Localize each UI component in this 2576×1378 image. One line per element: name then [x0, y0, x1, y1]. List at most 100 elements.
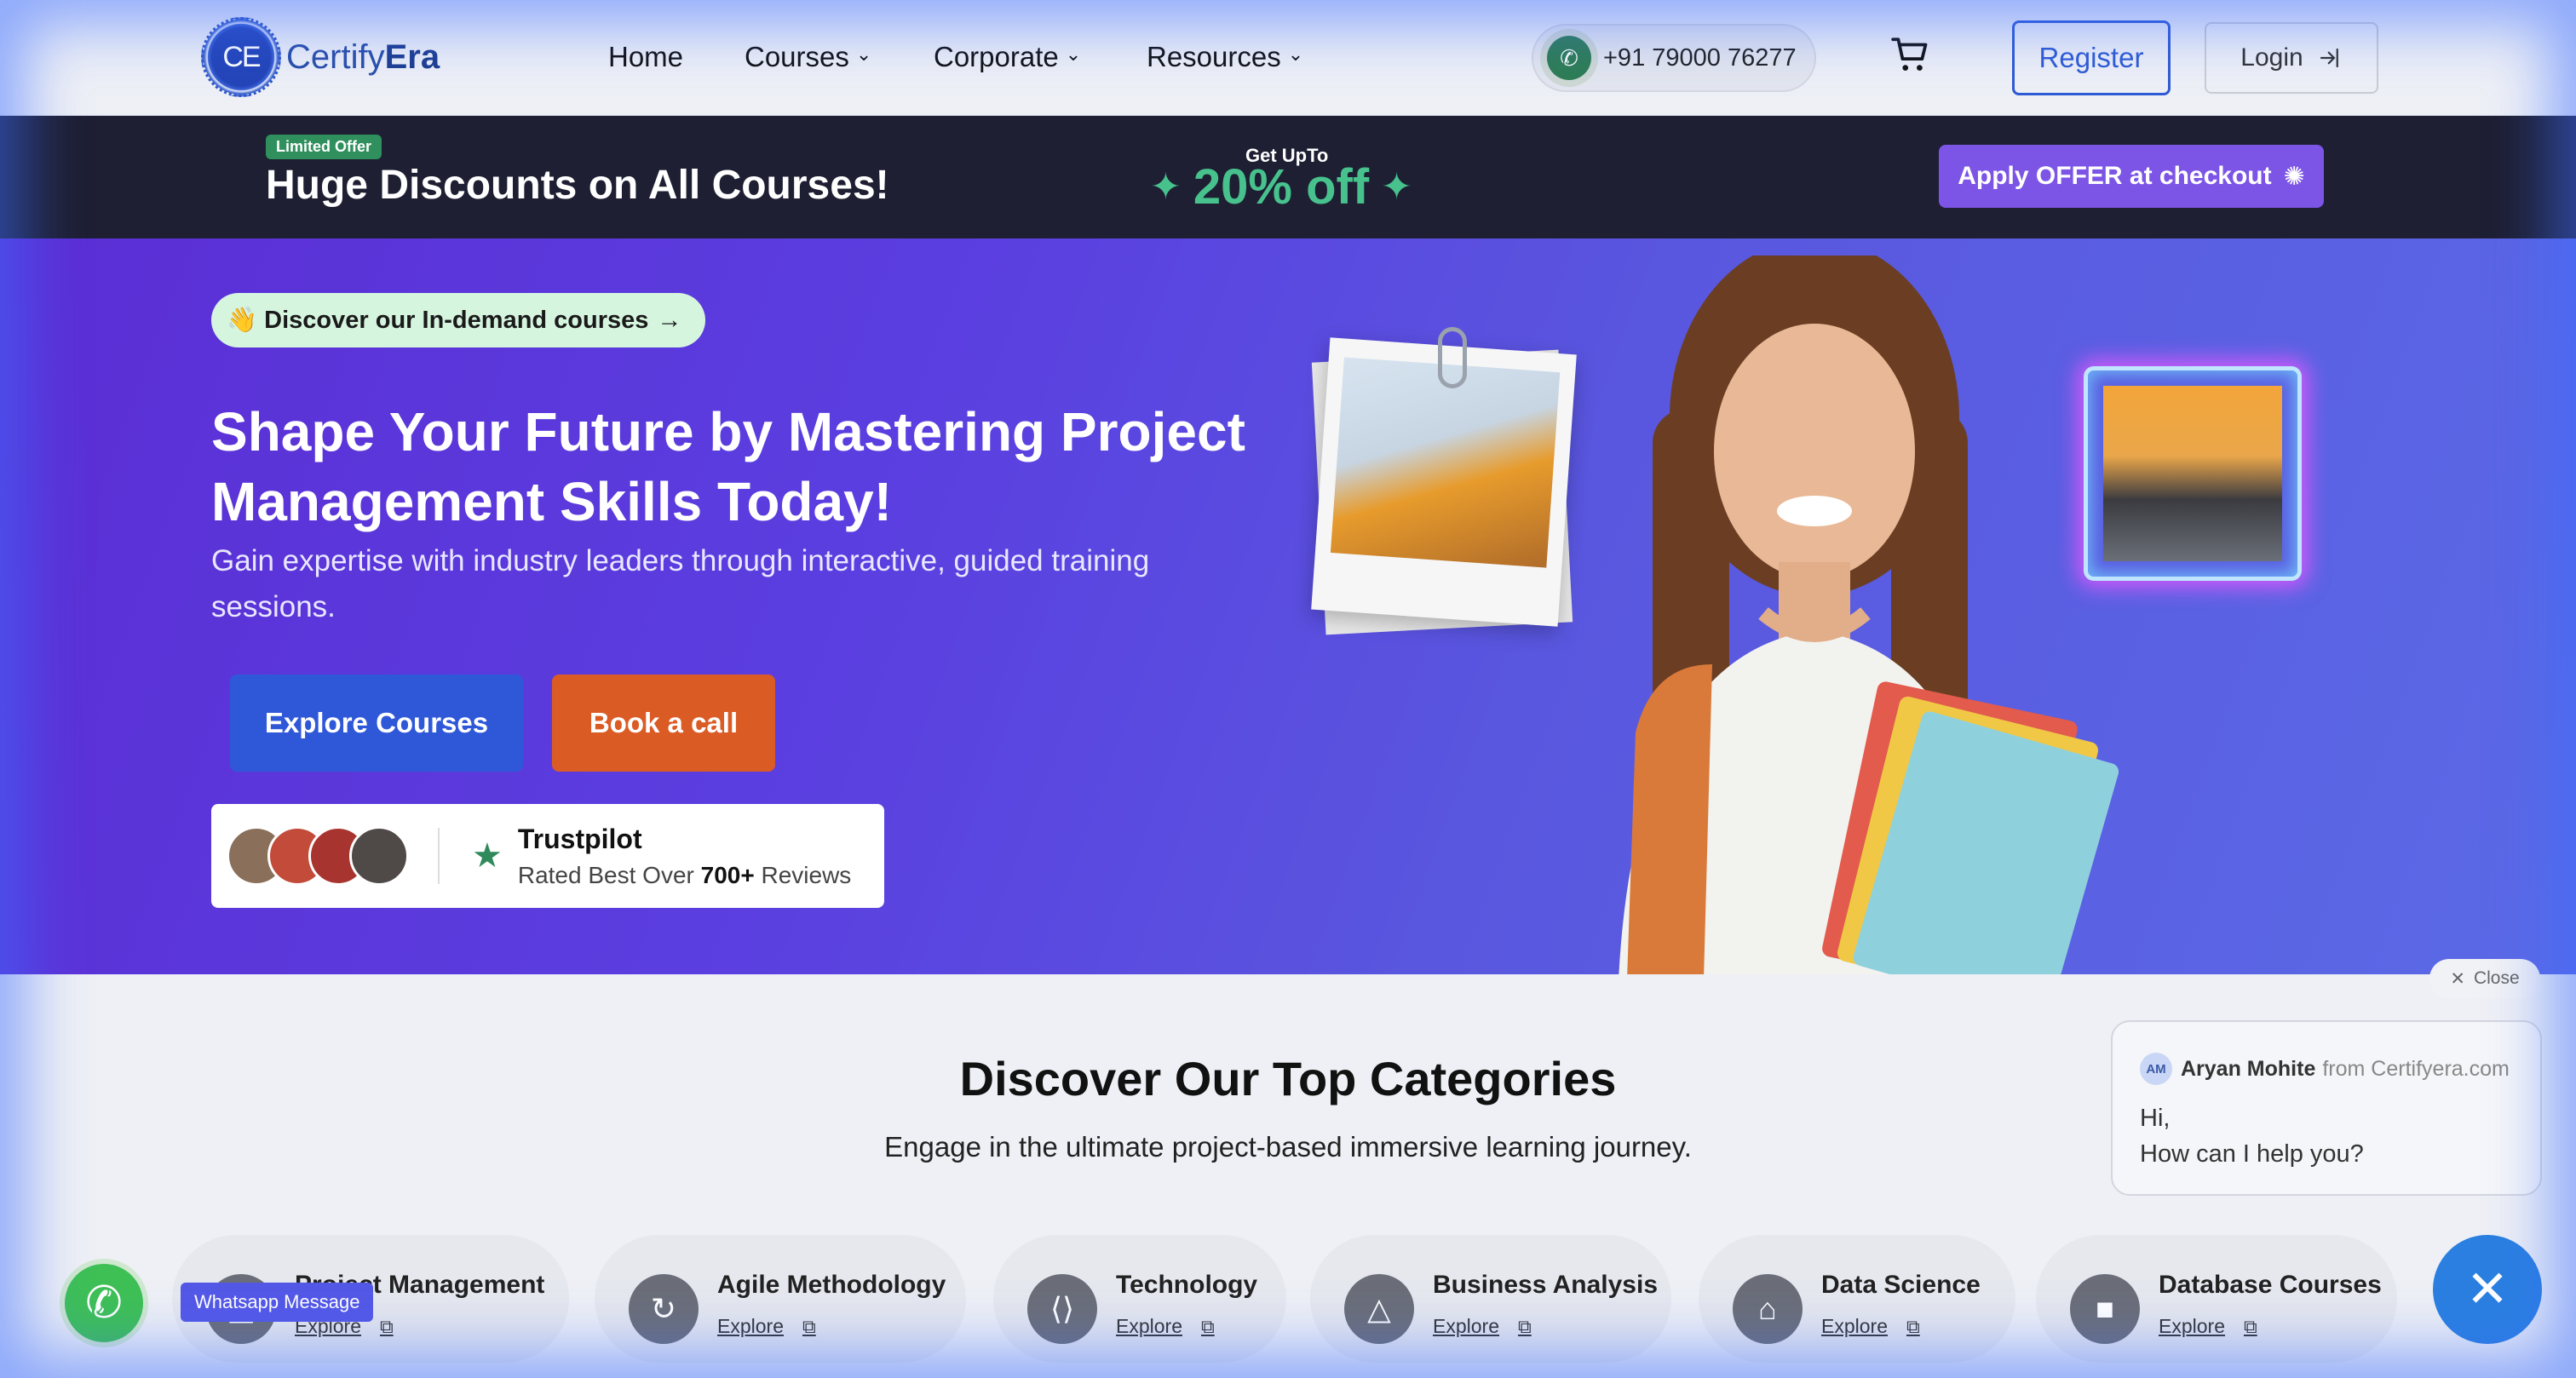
loader-icon: ✺ [2283, 162, 2305, 191]
category-explore-link[interactable]: Explore ⧉ [717, 1315, 946, 1338]
neon-photo-frame [2084, 366, 2302, 581]
login-label: Login [2240, 43, 2303, 72]
agent-avatar: AM [2140, 1053, 2172, 1085]
phone-contact[interactable]: ✆ +91 79000 76277 [1532, 24, 1816, 92]
close-icon: ✕ [2450, 968, 2465, 989]
sparkle-icon: ✦ [1150, 166, 1182, 208]
offer-banner: Limited Offer Huge Discounts on All Cour… [0, 116, 2576, 238]
chat-line: Hi, [2140, 1105, 2171, 1132]
category-technology[interactable]: ⟨⟩ Technology Explore ⧉ [993, 1235, 1286, 1363]
chat-header: AM Aryan Mohite from Certifyera.com [2140, 1053, 2510, 1085]
close-icon: ✕ [2465, 1260, 2510, 1318]
chevron-down-icon: ⌄ [1287, 43, 1304, 65]
logo[interactable]: CE CertifyEra [201, 17, 440, 97]
explore-courses-button[interactable]: Explore Courses [230, 675, 523, 772]
student-hero-image [1619, 256, 2119, 974]
nav-home-label: Home [608, 41, 684, 72]
category-name: Database Courses [2159, 1271, 2382, 1299]
chat-close-button[interactable]: ✕ Close [2429, 959, 2540, 998]
category-database-courses[interactable]: ■ Database Courses Explore ⧉ [2036, 1235, 2397, 1363]
apply-offer-label: Apply OFFER at checkout [1958, 162, 2272, 190]
logo-mark: CE [201, 17, 281, 97]
phone-number: +91 79000 76277 [1603, 43, 1797, 72]
trustpilot-name: Trustpilot [517, 823, 642, 854]
chat-close-label: Close [2473, 968, 2520, 988]
login-button[interactable]: Login [2205, 22, 2378, 94]
discount-value: 20% off [1193, 159, 1370, 215]
external-link-icon: ⧉ [1517, 1315, 1532, 1337]
nav-courses[interactable]: Courses ⌄ [745, 41, 871, 73]
category-data-science[interactable]: ⌂ Data Science Explore ⧉ [1699, 1235, 2015, 1363]
agent-name: Aryan Mohite [2181, 1056, 2316, 1081]
category-explore-link[interactable]: Explore ⧉ [1433, 1315, 1658, 1338]
whatsapp-label[interactable]: Whatsapp Message [181, 1283, 374, 1322]
divider [438, 828, 440, 884]
login-icon [2320, 48, 2338, 68]
category-explore-link[interactable]: Explore ⧉ [1116, 1315, 1257, 1338]
external-link-icon: ⧉ [379, 1315, 394, 1337]
chat-message-bubble[interactable]: AM Aryan Mohite from Certifyera.com Hi, … [2111, 1020, 2542, 1196]
category-explore-link[interactable]: Explore ⧉ [1821, 1315, 1981, 1338]
chat-line: How can I help you? [2140, 1140, 2364, 1168]
category-explore-link[interactable]: Explore ⧉ [2159, 1315, 2382, 1338]
discover-courses-pill[interactable]: 👋 Discover our In-demand courses → [211, 293, 706, 347]
cart-icon[interactable] [1889, 34, 1932, 77]
logo-text: CertifyEra [286, 37, 440, 76]
reviewer-avatars [227, 826, 409, 886]
phone-icon: ✆ [1547, 36, 1591, 80]
agent-from: from Certifyera.com [2322, 1056, 2510, 1081]
nav-courses-label: Courses [745, 41, 849, 72]
chevron-down-icon: ⌄ [1065, 43, 1082, 65]
code-file-icon: ⟨⟩ [1027, 1274, 1097, 1344]
star-icon: ★ [472, 837, 503, 875]
category-agile-methodology[interactable]: ↻ Agile Methodology Explore ⧉ [595, 1235, 966, 1363]
chat-toggle-button[interactable]: ✕ [2433, 1235, 2542, 1344]
presentation-chart-icon: ⌂ [1733, 1274, 1803, 1344]
book-call-button[interactable]: Book a call [552, 675, 775, 772]
hero-subtitle: Gain expertise with industry leaders thr… [211, 544, 1150, 623]
category-text: Data Science Explore ⧉ [1821, 1271, 1981, 1338]
category-name: Business Analysis [1433, 1271, 1659, 1299]
external-link-icon: ⧉ [1906, 1315, 1920, 1337]
external-link-icon: ⧉ [802, 1315, 816, 1337]
category-name: Agile Methodology [717, 1271, 946, 1299]
chevron-down-icon: ⌄ [855, 43, 872, 65]
category-name: Data Science [1821, 1271, 1981, 1299]
nav-corporate[interactable]: Corporate ⌄ [934, 41, 1081, 73]
nav-resources-label: Resources [1147, 41, 1281, 72]
refresh-icon: ↻ [629, 1274, 699, 1344]
limited-offer-badge: Limited Offer [266, 135, 382, 159]
category-text: Agile Methodology Explore ⧉ [717, 1271, 946, 1338]
external-link-icon: ⧉ [1200, 1315, 1215, 1337]
sparkle-icon: ✦ [1381, 166, 1413, 208]
offer-title: Huge Discounts on All Courses! [266, 163, 889, 208]
external-link-icon: ⧉ [2243, 1315, 2257, 1337]
nav-corporate-label: Corporate [934, 41, 1059, 72]
trustpilot-rating: Rated Best Over 700+ Reviews [517, 861, 852, 888]
category-name: Technology [1116, 1271, 1258, 1299]
trustpilot-card: ★ Trustpilot Rated Best Over 700+ Review… [211, 804, 884, 908]
nav-home[interactable]: Home [608, 41, 683, 73]
site-header: CE CertifyEra Home Courses ⌄ Corporate ⌄ R… [0, 0, 2576, 116]
paperclip-icon [1438, 327, 1467, 388]
category-text: Business Analysis Explore ⧉ [1433, 1271, 1658, 1338]
hero-section: 👋 Discover our In-demand courses → Shape… [0, 238, 2576, 974]
student-laptop-image [2103, 386, 2282, 561]
whatsapp-button[interactable]: ✆ [60, 1259, 148, 1347]
category-text: Database Courses Explore ⧉ [2159, 1271, 2382, 1338]
chat-message: Hi, How can I help you? [2140, 1100, 2364, 1172]
trust-text: Trustpilot Rated Best Over 700+ Reviews [518, 824, 851, 889]
apply-offer-button[interactable]: Apply OFFER at checkout ✺ [1939, 145, 2324, 208]
arrow-right-icon: → [657, 306, 682, 334]
discover-pill-label: 👋 Discover our In-demand courses [227, 307, 649, 334]
nav-resources[interactable]: Resources ⌄ [1147, 41, 1303, 73]
offer-discount: ✦ 20% off ✦ [1150, 158, 1412, 215]
whatsapp-icon: ✆ [85, 1278, 123, 1328]
database-icon: ■ [2070, 1274, 2140, 1344]
avatar [349, 826, 409, 886]
category-text: Technology Explore ⧉ [1116, 1271, 1257, 1338]
pyramid-icon: △ [1344, 1274, 1414, 1344]
category-business-analysis[interactable]: △ Business Analysis Explore ⧉ [1310, 1235, 1671, 1363]
hero-title: Shape Your Future by Mastering Project M… [211, 401, 1245, 532]
register-button[interactable]: Register [2012, 20, 2171, 95]
